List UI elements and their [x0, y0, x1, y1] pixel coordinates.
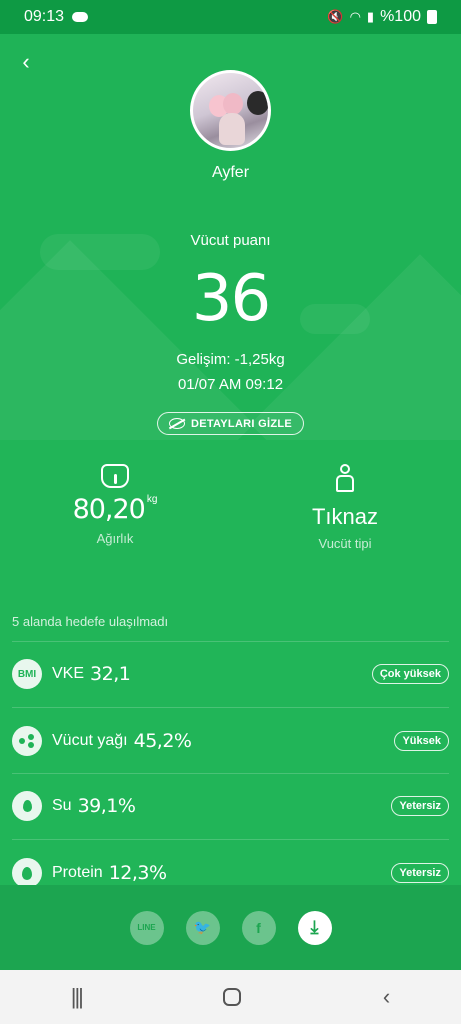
status-bar: 09:13 🔇 ◠ ▮ %100: [0, 0, 461, 34]
row-label: VKE: [52, 665, 85, 682]
line-share-button[interactable]: LINE: [129, 910, 164, 945]
download-icon: ⤓: [310, 917, 319, 937]
progress-text: Gelişim: -1,25kg: [176, 351, 285, 368]
row-value: 39,1%: [77, 795, 136, 817]
weight-label: Ağırlık: [96, 531, 134, 546]
row-label: Protein: [52, 864, 103, 881]
row-label: Vücut yağı: [52, 732, 128, 749]
twitter-share-button[interactable]: 🐦: [185, 910, 220, 945]
user-name: Ayfer: [211, 164, 250, 181]
section-caption: 5 alanda hedefe ulaşılmadı: [12, 614, 169, 629]
body-type-value: Tıknaz: [311, 504, 379, 529]
status-time: 09:13: [24, 8, 65, 25]
row-label: Su: [52, 797, 72, 814]
status-badge: Yetersiz: [391, 863, 449, 883]
twitter-icon: 🐦: [193, 919, 212, 935]
wifi-icon: ◠: [349, 9, 361, 24]
weight-metric[interactable]: 80,20 kg Ağırlık: [60, 464, 170, 546]
status-badge: Çok yüksek: [371, 664, 449, 684]
hide-details-label: DETAYLARI GİZLE: [190, 417, 293, 430]
back-button[interactable]: ‹: [14, 49, 38, 74]
eye-slash-icon: [168, 418, 185, 429]
measure-datetime: 01/07 AM 09:12: [177, 376, 284, 393]
row-body-fat[interactable]: Vücut yağı 45,2% Yüksek: [0, 708, 461, 774]
recent-apps-button[interactable]: |||: [71, 984, 84, 1010]
body-type-label: Vucüt tipi: [318, 536, 372, 551]
back-nav-button[interactable]: ‹: [383, 984, 390, 1010]
home-button[interactable]: [223, 988, 242, 1006]
score-value: 36: [191, 262, 271, 336]
nav-bar: ||| ‹: [0, 970, 461, 1024]
line-icon: LINE: [137, 923, 156, 932]
share-bar: LINE 🐦 f ⤓: [0, 885, 461, 970]
scale-icon: [101, 464, 129, 488]
download-button[interactable]: ⤓: [297, 910, 332, 945]
body-type-icon: [331, 464, 359, 494]
cloud-icon: [72, 12, 89, 22]
row-value: 45,2%: [133, 730, 192, 752]
battery-icon: [427, 10, 437, 24]
row-value: 32,1: [90, 663, 131, 685]
weight-value: 80,20 kg: [72, 494, 158, 525]
body-type-metric[interactable]: Tıknaz Vucüt tipi: [290, 464, 400, 551]
battery-percent: %100: [380, 8, 421, 25]
drop-icon: [12, 791, 42, 821]
avatar[interactable]: [190, 70, 271, 151]
facebook-icon: f: [256, 919, 261, 936]
row-bmi[interactable]: BMI VKE 32,1 Çok yüksek: [0, 641, 461, 707]
status-badge: Yüksek: [394, 731, 449, 751]
protein-icon: [12, 858, 42, 888]
row-value: 12,3%: [108, 862, 167, 884]
status-badge: Yetersiz: [391, 796, 449, 816]
facebook-share-button[interactable]: f: [241, 910, 276, 945]
hide-details-button[interactable]: DETAYLARI GİZLE: [157, 412, 304, 435]
mute-icon: 🔇: [327, 9, 344, 24]
signal-icon: ▮: [366, 9, 375, 24]
back-arrow-icon: ‹: [22, 49, 30, 74]
score-label: Vücut puanı: [190, 232, 271, 249]
body-fat-icon: [12, 726, 42, 756]
bmi-icon: BMI: [12, 659, 42, 689]
row-water[interactable]: Su 39,1% Yetersiz: [0, 773, 461, 839]
